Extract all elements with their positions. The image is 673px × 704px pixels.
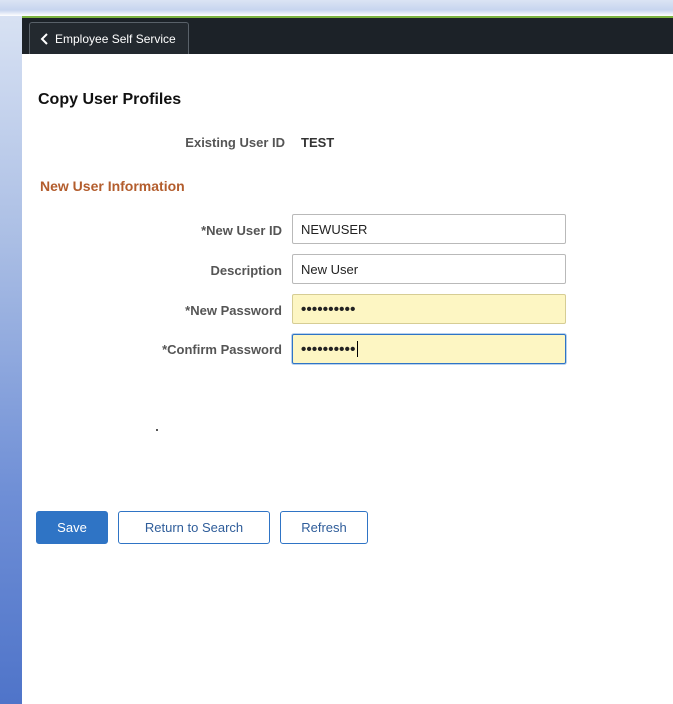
new-password-label: *New Password [185,303,282,318]
text-cursor [356,341,358,357]
new-user-id-input[interactable]: NEWUSER [292,214,566,244]
stray-dot [156,429,158,431]
new-password-masked-value: •••••••••• [301,300,356,318]
description-value: New User [301,261,359,277]
header-bar: Employee Self Service [22,16,673,54]
refresh-button[interactable]: Refresh [280,511,368,544]
main-content: Employee Self Service Copy User Profiles… [22,16,673,704]
section-title-new-user-information: New User Information [40,178,185,194]
confirm-password-input[interactable]: •••••••••• [292,334,566,364]
confirm-password-label: *Confirm Password [162,342,282,357]
save-button[interactable]: Save [36,511,108,544]
top-accent-strip [0,0,673,16]
existing-user-id-value: TEST [301,135,335,150]
left-gradient-strip [0,0,22,704]
confirm-password-masked-value: •••••••••• [301,340,356,358]
description-input[interactable]: New User [292,254,566,284]
back-to-employee-self-service-button[interactable]: Employee Self Service [29,22,189,54]
description-label: Description [210,263,282,278]
chevron-left-icon [40,32,48,45]
new-password-input[interactable]: •••••••••• [292,294,566,324]
existing-user-id-label: Existing User ID [185,135,285,150]
new-user-id-value: NEWUSER [301,221,368,237]
return-to-search-button[interactable]: Return to Search [118,511,270,544]
back-button-label: Employee Self Service [55,31,176,46]
page-title: Copy User Profiles [38,91,182,108]
new-user-id-label: *New User ID [201,223,282,238]
